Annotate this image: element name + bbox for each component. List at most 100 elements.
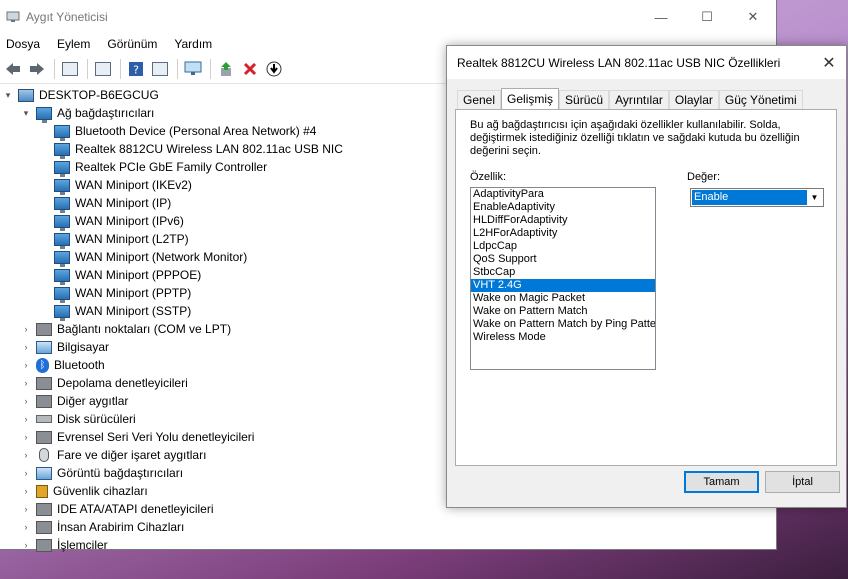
- expand-chevron-icon[interactable]: ›: [20, 522, 32, 532]
- value-dropdown[interactable]: Enable ▼: [690, 188, 824, 207]
- device-item-label: Bluetooth Device (Personal Area Network)…: [75, 124, 317, 138]
- down-arrow-circle-icon: [266, 61, 282, 76]
- security-device-icon: [36, 484, 48, 498]
- network-adapter-icon: [36, 106, 52, 123]
- value-dropdown-selected: Enable: [692, 190, 807, 205]
- property-list-item[interactable]: LdpcCap: [471, 240, 655, 253]
- usb-icon: [36, 430, 52, 444]
- expand-chevron-icon[interactable]: ›: [20, 342, 32, 352]
- expand-chevron-icon[interactable]: ›: [20, 324, 32, 334]
- mouse-icon: [39, 448, 49, 462]
- monitor-scan-icon: [184, 61, 202, 75]
- toolbar-separator: [210, 58, 211, 79]
- cancel-button[interactable]: İptal: [765, 471, 840, 493]
- minimize-button[interactable]: —: [638, 0, 684, 34]
- expand-chevron-icon[interactable]: ›: [20, 450, 32, 460]
- device-category[interactable]: › İşlemciler: [0, 536, 777, 554]
- action-pane-button[interactable]: [149, 58, 171, 80]
- tab-advanced[interactable]: Gelişmiş: [501, 88, 560, 109]
- menu-help[interactable]: Yardım: [174, 37, 212, 51]
- dialog-close-button[interactable]: ✕: [812, 46, 846, 79]
- device-category[interactable]: › İnsan Arabirim Cihazları: [0, 518, 777, 536]
- show-hide-tree-button[interactable]: [59, 58, 81, 80]
- forward-arrow-icon: [30, 62, 44, 75]
- back-button[interactable]: [2, 58, 24, 80]
- category-label: Ağ bağdaştırıcıları: [57, 106, 155, 120]
- property-list-item[interactable]: Wake on Pattern Match by Ping Patte: [471, 318, 655, 331]
- menu-action[interactable]: Eylem: [57, 37, 90, 51]
- dropdown-arrow-icon[interactable]: ▼: [807, 190, 822, 205]
- property-list-item[interactable]: StbcCap: [471, 266, 655, 279]
- device-item-label: WAN Miniport (IPv6): [75, 214, 184, 228]
- property-list-item[interactable]: HLDiffForAdaptivity: [471, 214, 655, 227]
- value-label: Değer:: [687, 171, 721, 183]
- update-driver-button[interactable]: [215, 58, 237, 80]
- expand-chevron-icon[interactable]: ›: [20, 360, 32, 370]
- device-item-label: WAN Miniport (SSTP): [75, 304, 192, 318]
- expand-chevron-icon[interactable]: ›: [20, 468, 32, 478]
- expand-chevron-icon[interactable]: ›: [20, 378, 32, 388]
- properties-button[interactable]: [92, 58, 114, 80]
- expand-chevron-icon[interactable]: ›: [20, 432, 32, 442]
- tab-power-management[interactable]: Güç Yönetimi: [718, 90, 803, 109]
- device-item-label: WAN Miniport (PPPOE): [75, 268, 202, 282]
- dialog-tabs: Genel Gelişmiş Sürücü Ayrıntılar Olaylar…: [457, 88, 803, 109]
- category-label: Fare ve diğer işaret aygıtları: [57, 448, 207, 462]
- toolbar-separator: [120, 58, 121, 79]
- property-list-item[interactable]: Wireless Mode: [471, 331, 655, 344]
- processor-icon: [36, 538, 52, 552]
- forward-button[interactable]: [26, 58, 48, 80]
- help-icon: ?: [129, 61, 143, 76]
- hid-icon: [36, 520, 52, 534]
- expand-chevron-icon[interactable]: ›: [20, 540, 32, 550]
- menu-view[interactable]: Görünüm: [107, 37, 157, 51]
- expand-chevron-icon[interactable]: ›: [20, 486, 32, 496]
- help-button[interactable]: ?: [125, 58, 147, 80]
- network-adapter-icon: [54, 160, 70, 177]
- property-list-item[interactable]: EnableAdaptivity: [471, 201, 655, 214]
- disable-device-button[interactable]: [263, 58, 285, 80]
- property-listbox[interactable]: AdaptivityPara EnableAdaptivity HLDiffForA…: [470, 187, 656, 370]
- category-label: Bilgisayar: [57, 340, 110, 354]
- category-label: Depolama denetleyicileri: [57, 376, 188, 390]
- collapse-chevron-icon[interactable]: ▾: [20, 108, 32, 119]
- display-adapter-icon: [36, 466, 52, 480]
- network-adapter-icon: [54, 304, 70, 321]
- expand-chevron-icon[interactable]: ›: [20, 414, 32, 424]
- tab-events[interactable]: Olaylar: [668, 90, 719, 109]
- close-button[interactable]: ✕: [730, 0, 776, 34]
- property-list-item[interactable]: Wake on Magic Packet: [471, 292, 655, 305]
- bluetooth-icon: ᛒ: [36, 357, 49, 373]
- tab-general[interactable]: Genel: [457, 90, 502, 109]
- category-label: Görüntü bağdaştırıcıları: [57, 466, 184, 480]
- network-adapter-icon: [54, 124, 70, 141]
- ide-controller-icon: [36, 502, 52, 516]
- menu-file[interactable]: Dosya: [6, 37, 40, 51]
- device-manager-app-icon: [6, 10, 20, 24]
- toolbar-separator: [87, 58, 88, 79]
- properties-dialog: Realtek 8812CU Wireless LAN 802.11ac USB…: [446, 45, 847, 508]
- category-label: Güvenlik cihazları: [53, 484, 148, 498]
- maximize-button[interactable]: ☐: [684, 0, 730, 34]
- collapse-chevron-icon[interactable]: ▾: [2, 90, 14, 101]
- device-item-label: WAN Miniport (PPTP): [75, 286, 192, 300]
- property-list-item[interactable]: L2HForAdaptivity: [471, 227, 655, 240]
- console-tree-icon: [62, 61, 78, 76]
- ok-button[interactable]: Tamam: [684, 471, 759, 493]
- property-list-item[interactable]: VHT 2.4G: [471, 279, 655, 292]
- tab-driver[interactable]: Sürücü: [559, 90, 610, 109]
- uninstall-device-button[interactable]: [239, 58, 261, 80]
- toolbar-separator: [177, 58, 178, 79]
- tab-details[interactable]: Ayrıntılar: [609, 90, 669, 109]
- expand-chevron-icon[interactable]: ›: [20, 396, 32, 406]
- expand-chevron-icon[interactable]: ›: [20, 504, 32, 514]
- property-list-item[interactable]: AdaptivityPara: [471, 188, 655, 201]
- dialog-title-bar: Realtek 8812CU Wireless LAN 802.11ac USB…: [447, 46, 846, 79]
- property-list-item[interactable]: Wake on Pattern Match: [471, 305, 655, 318]
- scan-hardware-button[interactable]: [182, 58, 204, 80]
- back-arrow-icon: [6, 62, 20, 75]
- device-item-label: WAN Miniport (IP): [75, 196, 172, 210]
- device-item-label: Realtek PCIe GbE Family Controller: [75, 160, 268, 174]
- category-label: Diğer aygıtlar: [57, 394, 129, 408]
- property-list-item[interactable]: QoS Support: [471, 253, 655, 266]
